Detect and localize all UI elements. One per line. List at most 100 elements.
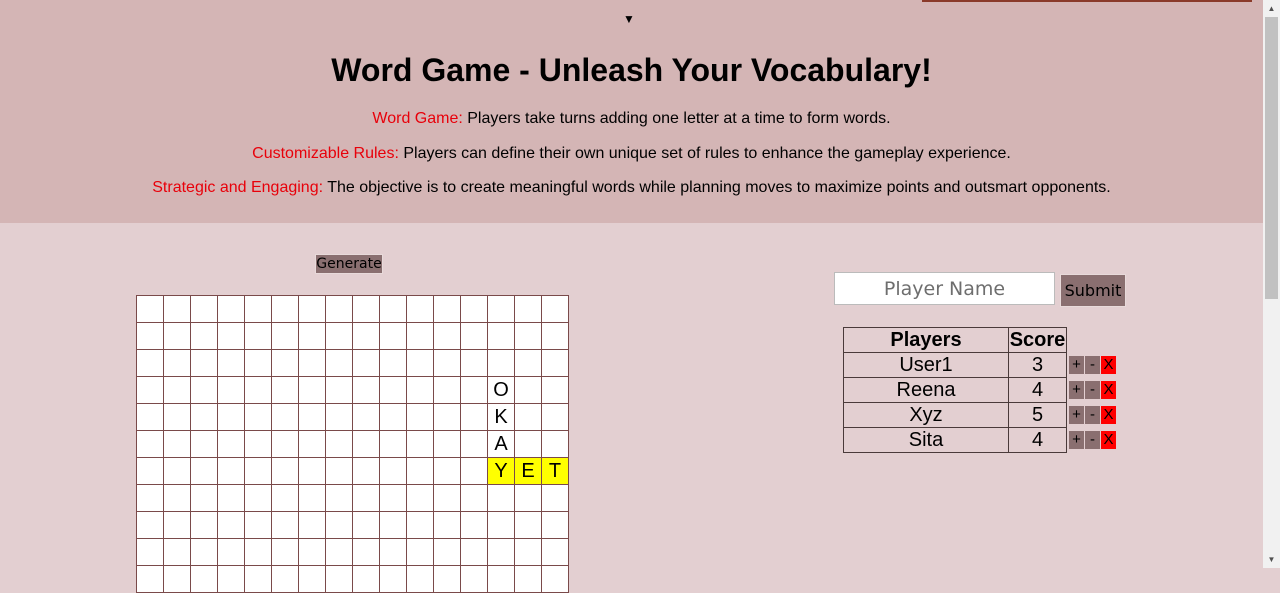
board-cell[interactable] xyxy=(433,376,461,404)
scroll-thumb[interactable] xyxy=(1265,17,1278,299)
board-cell[interactable] xyxy=(352,322,380,350)
board-cell[interactable] xyxy=(433,565,461,593)
board-cell[interactable]: A xyxy=(487,430,515,458)
board-cell[interactable] xyxy=(433,322,461,350)
board-cell[interactable] xyxy=(163,565,191,593)
board-cell[interactable] xyxy=(379,511,407,539)
board-cell[interactable] xyxy=(163,538,191,566)
delete-player-button[interactable]: X xyxy=(1101,381,1116,400)
delete-player-button[interactable]: X xyxy=(1101,431,1116,450)
board-cell[interactable] xyxy=(190,511,218,539)
board-cell[interactable] xyxy=(406,538,434,566)
board-cell[interactable] xyxy=(190,538,218,566)
board-cell[interactable] xyxy=(352,484,380,512)
board-cell[interactable] xyxy=(541,403,569,431)
board-cell[interactable] xyxy=(541,538,569,566)
board-cell[interactable] xyxy=(460,376,488,404)
board-cell[interactable] xyxy=(406,457,434,485)
board-cell[interactable] xyxy=(298,376,326,404)
board-cell[interactable] xyxy=(244,511,272,539)
board-cell[interactable] xyxy=(325,484,353,512)
board-cell[interactable] xyxy=(163,430,191,458)
board-cell[interactable] xyxy=(298,403,326,431)
board-cell[interactable] xyxy=(514,565,542,593)
board-cell[interactable] xyxy=(514,349,542,377)
board-cell[interactable] xyxy=(406,322,434,350)
scroll-up-icon[interactable]: ▲ xyxy=(1263,0,1280,17)
board-cell[interactable]: O xyxy=(487,376,515,404)
board-cell[interactable] xyxy=(433,511,461,539)
delete-player-button[interactable]: X xyxy=(1101,356,1116,375)
board-cell[interactable] xyxy=(541,376,569,404)
board-cell[interactable] xyxy=(460,322,488,350)
board-cell[interactable] xyxy=(271,322,299,350)
board-cell[interactable] xyxy=(487,484,515,512)
board-cell[interactable] xyxy=(433,430,461,458)
board-cell[interactable] xyxy=(190,295,218,323)
board-cell[interactable] xyxy=(487,349,515,377)
board-cell[interactable] xyxy=(460,484,488,512)
board-cell[interactable] xyxy=(325,403,353,431)
board-cell[interactable] xyxy=(487,295,515,323)
board-cell[interactable] xyxy=(217,511,245,539)
board-cell[interactable] xyxy=(190,565,218,593)
vertical-scrollbar[interactable]: ▲ ▼ xyxy=(1263,0,1280,568)
board-cell[interactable] xyxy=(460,511,488,539)
board-cell[interactable] xyxy=(271,538,299,566)
board-cell[interactable] xyxy=(487,565,515,593)
board-cell[interactable] xyxy=(352,538,380,566)
board-cell[interactable] xyxy=(298,511,326,539)
board-cell[interactable] xyxy=(190,403,218,431)
board-cell[interactable] xyxy=(271,511,299,539)
board-cell[interactable] xyxy=(487,322,515,350)
board-cell[interactable] xyxy=(379,538,407,566)
board-cell[interactable] xyxy=(271,484,299,512)
scroll-down-icon[interactable]: ▼ xyxy=(1263,551,1280,568)
decrement-score-button[interactable]: - xyxy=(1085,381,1100,400)
board-cell[interactable] xyxy=(352,295,380,323)
board-cell[interactable] xyxy=(271,430,299,458)
board-cell[interactable] xyxy=(514,538,542,566)
board-cell[interactable] xyxy=(352,403,380,431)
submit-button[interactable]: Submit xyxy=(1060,274,1126,307)
board-cell[interactable] xyxy=(406,376,434,404)
board-cell[interactable] xyxy=(136,430,164,458)
board-cell[interactable] xyxy=(325,322,353,350)
board-cell[interactable] xyxy=(271,349,299,377)
board-cell[interactable] xyxy=(460,538,488,566)
board-cell[interactable] xyxy=(271,295,299,323)
board-cell[interactable] xyxy=(433,538,461,566)
board-cell[interactable] xyxy=(136,295,164,323)
board-cell[interactable] xyxy=(325,430,353,458)
delete-player-button[interactable]: X xyxy=(1101,406,1116,425)
board-cell[interactable] xyxy=(460,457,488,485)
board-cell[interactable] xyxy=(433,349,461,377)
board-cell[interactable] xyxy=(244,538,272,566)
board-cell[interactable] xyxy=(163,376,191,404)
board-cell[interactable] xyxy=(379,376,407,404)
board-cell[interactable] xyxy=(190,376,218,404)
board-cell[interactable] xyxy=(136,484,164,512)
board-cell[interactable] xyxy=(190,457,218,485)
player-name-input[interactable] xyxy=(834,272,1055,305)
board-cell[interactable] xyxy=(190,322,218,350)
board-cell[interactable] xyxy=(541,349,569,377)
board-cell[interactable] xyxy=(244,565,272,593)
board-cell[interactable] xyxy=(136,511,164,539)
board-cell[interactable] xyxy=(514,511,542,539)
board-cell[interactable] xyxy=(460,430,488,458)
board-cell[interactable] xyxy=(379,349,407,377)
board-cell[interactable] xyxy=(190,349,218,377)
board-cell[interactable] xyxy=(298,349,326,377)
decrement-score-button[interactable]: - xyxy=(1085,406,1100,425)
board-cell[interactable] xyxy=(271,376,299,404)
board-cell[interactable] xyxy=(514,403,542,431)
decrement-score-button[interactable]: - xyxy=(1085,431,1100,450)
board-cell[interactable] xyxy=(244,430,272,458)
board-cell[interactable] xyxy=(379,295,407,323)
board-cell[interactable] xyxy=(379,484,407,512)
board-cell[interactable] xyxy=(163,484,191,512)
board-cell[interactable] xyxy=(352,349,380,377)
board-cell[interactable] xyxy=(163,457,191,485)
board-cell[interactable] xyxy=(460,403,488,431)
